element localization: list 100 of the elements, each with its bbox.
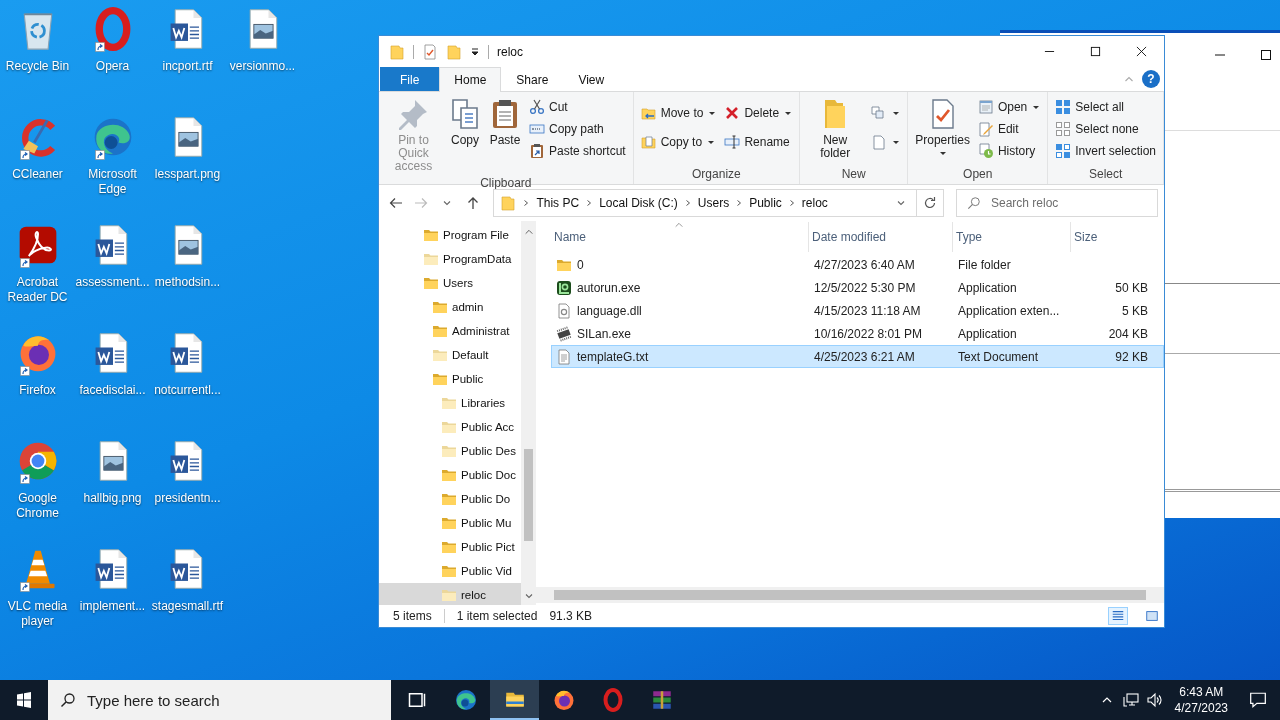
column-header[interactable]: Size bbox=[1071, 222, 1149, 252]
tree-item[interactable]: Public Doc bbox=[379, 463, 521, 487]
folder-icon bbox=[446, 43, 462, 60]
caret-icon bbox=[892, 138, 901, 146]
ribbon-button[interactable]: Cut bbox=[526, 96, 629, 118]
desktop-shortcut[interactable]: notcurrentl... bbox=[150, 328, 225, 428]
ribbon-button[interactable]: Select all bbox=[1052, 96, 1159, 118]
tree-item[interactable]: Public bbox=[379, 367, 521, 391]
horizontal-scrollbar[interactable] bbox=[536, 587, 1164, 603]
chevron-up-icon bbox=[523, 227, 534, 237]
table-cell: 10/16/2022 8:01 PM bbox=[814, 326, 923, 341]
chevron-right-icon bbox=[787, 199, 796, 207]
table-cell: 5 KB bbox=[1122, 303, 1148, 318]
tree-item[interactable]: Administrat bbox=[379, 319, 521, 343]
folder-icon bbox=[441, 587, 457, 603]
tree-item[interactable]: Public Des bbox=[379, 439, 521, 463]
view-button[interactable] bbox=[1108, 607, 1128, 625]
ribbon-button[interactable]: Copy path bbox=[526, 118, 629, 140]
caret-icon bbox=[707, 138, 716, 146]
folder-icon bbox=[441, 419, 457, 435]
ribbon-button[interactable]: Edit bbox=[974, 118, 1044, 140]
breadcrumb[interactable]: Local Disk (C:) bbox=[599, 196, 678, 210]
file-name: autorun.exe bbox=[577, 280, 641, 295]
table-cell: 204 KB bbox=[1108, 326, 1148, 341]
start-icon bbox=[16, 692, 32, 708]
taskbar-app[interactable] bbox=[490, 680, 539, 720]
ribbon-button[interactable]: Copy bbox=[446, 96, 484, 149]
scrollbar-thumb[interactable] bbox=[554, 590, 1146, 600]
folder-icon bbox=[441, 395, 457, 411]
ribbon-button[interactable]: Open bbox=[974, 96, 1044, 118]
notepad-icon bbox=[977, 99, 994, 115]
desktop-shortcut[interactable]: hallbig.png bbox=[75, 436, 150, 536]
clock[interactable]: 6:43 AM 4/27/2023 bbox=[1166, 684, 1236, 716]
search-field[interactable]: Search reloc bbox=[956, 189, 1158, 217]
desktop-shortcut[interactable]: Google Chrome bbox=[0, 436, 75, 536]
column-header[interactable]: Name bbox=[551, 222, 809, 252]
vertical-scrollbar[interactable] bbox=[521, 221, 536, 605]
help-button[interactable]: ? bbox=[1142, 70, 1160, 88]
refresh-button[interactable] bbox=[916, 189, 944, 217]
ribbon-tab[interactable]: View bbox=[563, 67, 620, 91]
shortcut-arrow-icon bbox=[19, 150, 30, 160]
desktop-shortcut[interactable]: presidentn... bbox=[150, 436, 225, 536]
breadcrumb[interactable]: Users bbox=[697, 196, 730, 210]
file-row[interactable]: SILan.exe 10/16/2022 8:01 PM Application 204 KB bbox=[551, 322, 1164, 345]
ribbon-button[interactable]: Rename bbox=[721, 131, 796, 153]
desktop-shortcut[interactable]: VLC media player bbox=[0, 544, 75, 644]
ribbon-button[interactable]: Paste shortcut bbox=[526, 140, 629, 162]
file-name: SILan.exe bbox=[577, 326, 632, 341]
desktop-shortcut[interactable]: stagesmall.rtf bbox=[150, 544, 225, 644]
maximize-icon bbox=[1260, 49, 1272, 61]
ribbon-button[interactable]: Properties bbox=[912, 96, 973, 159]
tree-item[interactable]: Public Pict bbox=[379, 535, 521, 559]
tree-item[interactable]: Users bbox=[379, 271, 521, 295]
tree-item[interactable]: reloc bbox=[379, 583, 521, 605]
ribbon-tab[interactable]: Share bbox=[501, 67, 564, 91]
ribbon-button[interactable]: Copy to bbox=[637, 131, 720, 153]
breadcrumb[interactable]: Public bbox=[749, 196, 782, 210]
ribbon-button[interactable]: Delete bbox=[721, 102, 796, 124]
ribbon-button[interactable]: Paste bbox=[486, 96, 524, 149]
breadcrumb[interactable]: reloc bbox=[801, 196, 828, 210]
tree-item[interactable]: Public Do bbox=[379, 487, 521, 511]
file-row[interactable]: language.dll 4/15/2023 11:18 AM Application exten... 5 KB bbox=[551, 299, 1164, 322]
chevron-down-icon bbox=[896, 198, 907, 208]
ribbon-button[interactable]: Move to bbox=[637, 102, 720, 124]
tree-item[interactable]: Public Acc bbox=[379, 415, 521, 439]
tree-item[interactable]: Program File bbox=[379, 223, 521, 247]
volume-icon bbox=[1146, 692, 1163, 708]
tree-item[interactable]: admin bbox=[379, 295, 521, 319]
folder-icon bbox=[432, 347, 448, 363]
pin-icon bbox=[397, 98, 430, 130]
ribbon-button[interactable]: New folder bbox=[804, 96, 867, 162]
tree-item[interactable]: Public Vid bbox=[379, 559, 521, 583]
details-view-icon bbox=[1111, 609, 1125, 623]
folder-icon bbox=[441, 563, 457, 579]
tree-item[interactable]: Default bbox=[379, 343, 521, 367]
group-label: Open bbox=[962, 166, 994, 183]
tree-item[interactable]: Public Mu bbox=[379, 511, 521, 535]
ribbon-button[interactable]: Select none bbox=[1052, 118, 1159, 140]
file-tab[interactable]: File bbox=[380, 67, 440, 91]
ribbon-button[interactable]: Invert selection bbox=[1052, 140, 1159, 162]
caret-icon bbox=[1032, 103, 1041, 111]
chevron-down-icon bbox=[523, 591, 534, 601]
address-bar[interactable]: This PC Local Disk (C:) Users Public reloc bbox=[493, 189, 918, 217]
column-header[interactable]: Date modified bbox=[809, 222, 953, 252]
folder-icon bbox=[441, 443, 457, 459]
tree-item[interactable]: Libraries bbox=[379, 391, 521, 415]
window-title: reloc bbox=[497, 44, 524, 59]
breadcrumb[interactable]: This PC bbox=[536, 196, 580, 210]
column-header[interactable]: Type bbox=[953, 222, 1071, 252]
table-cell: 50 KB bbox=[1115, 280, 1148, 295]
file-row[interactable]: templateG.txt 4/25/2023 6:21 AM Text Document 92 KB bbox=[551, 345, 1164, 368]
file-row[interactable]: autorun.exe 12/5/2022 5:30 PM Application 50 KB bbox=[551, 276, 1164, 299]
desktop-shortcut[interactable]: implement... bbox=[75, 544, 150, 644]
ribbon-button[interactable]: History bbox=[974, 140, 1044, 162]
scrollbar-thumb[interactable] bbox=[524, 449, 533, 541]
search-field[interactable]: Type here to search bbox=[48, 680, 391, 720]
app-icon bbox=[556, 279, 572, 296]
tree-item[interactable]: ProgramData bbox=[379, 247, 521, 271]
file-row[interactable]: 0 4/27/2023 6:40 AM File folder bbox=[551, 253, 1164, 276]
ribbon-tab[interactable]: Home bbox=[439, 67, 502, 92]
